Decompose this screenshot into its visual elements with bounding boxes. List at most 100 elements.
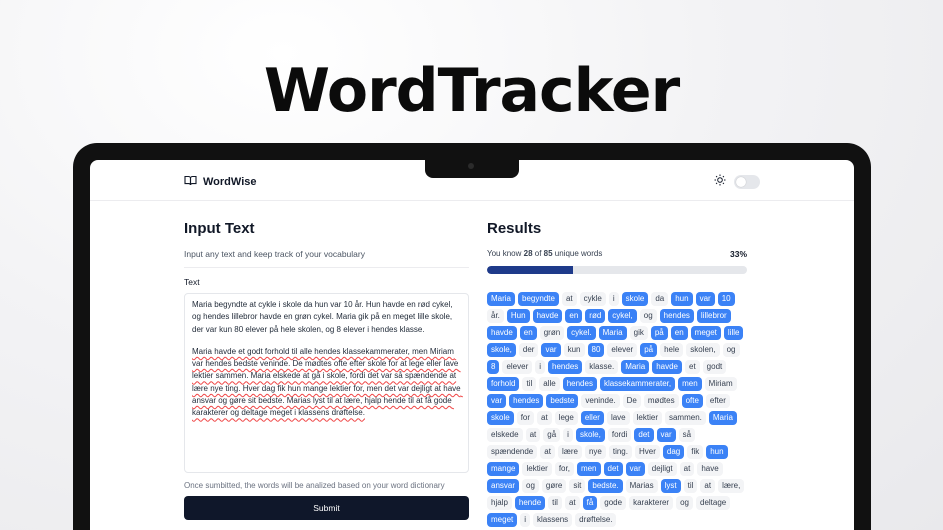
unknown-word-chip[interactable]: i <box>520 513 531 527</box>
unknown-word-chip[interactable]: deltage <box>696 496 731 510</box>
known-word-chip[interactable]: 8 <box>487 360 500 374</box>
known-word-chip[interactable]: hendes <box>509 394 544 408</box>
unknown-word-chip[interactable]: klasse. <box>585 360 619 374</box>
unknown-word-chip[interactable]: spændende <box>487 445 538 459</box>
unknown-word-chip[interactable]: elskede <box>487 428 523 442</box>
known-word-chip[interactable]: meget <box>690 326 721 340</box>
unknown-word-chip[interactable]: kun <box>563 343 585 357</box>
unknown-word-chip[interactable]: dejligt <box>647 462 677 476</box>
unknown-word-chip[interactable]: sit <box>569 479 586 493</box>
unknown-word-chip[interactable]: lave <box>606 411 630 425</box>
unknown-word-chip[interactable]: lære <box>557 445 582 459</box>
unknown-word-chip[interactable]: klassens <box>533 513 573 527</box>
known-word-chip[interactable]: bedste <box>546 394 579 408</box>
unknown-word-chip[interactable]: fik <box>687 445 704 459</box>
unknown-word-chip[interactable]: have <box>697 462 723 476</box>
text-input[interactable]: Maria begyndte at cykle i skole da hun v… <box>184 293 469 473</box>
brand[interactable]: WordWise <box>184 173 256 191</box>
unknown-word-chip[interactable]: lektier <box>632 411 662 425</box>
unknown-word-chip[interactable]: så <box>678 428 696 442</box>
unknown-word-chip[interactable]: gode <box>600 496 627 510</box>
unknown-word-chip[interactable]: efter <box>705 394 730 408</box>
known-word-chip[interactable]: lyst <box>660 479 681 493</box>
known-word-chip[interactable]: på <box>650 326 668 340</box>
submit-button[interactable]: Submit <box>184 496 469 520</box>
known-word-chip[interactable]: skole <box>487 411 514 425</box>
unknown-word-chip[interactable]: grøn <box>539 326 565 340</box>
theme-toggle[interactable] <box>734 175 760 189</box>
unknown-word-chip[interactable]: sammen. <box>664 411 706 425</box>
unknown-word-chip[interactable]: til <box>683 479 698 493</box>
known-word-chip[interactable]: Hun <box>506 309 530 323</box>
known-word-chip[interactable]: eller <box>580 411 604 425</box>
unknown-word-chip[interactable]: og <box>676 496 693 510</box>
unknown-word-chip[interactable]: til <box>548 496 562 510</box>
unknown-word-chip[interactable]: karakterer <box>629 496 674 510</box>
known-word-chip[interactable]: lille <box>723 326 744 340</box>
known-word-chip[interactable]: på <box>640 343 658 357</box>
unknown-word-chip[interactable]: elever <box>502 360 533 374</box>
known-word-chip[interactable]: ansvar <box>487 479 520 493</box>
known-word-chip[interactable]: hendes <box>659 309 694 323</box>
unknown-word-chip[interactable]: at <box>525 428 541 442</box>
unknown-word-chip[interactable]: til <box>522 377 537 391</box>
unknown-word-chip[interactable]: hjalp <box>487 496 512 510</box>
unknown-word-chip[interactable]: for <box>516 411 535 425</box>
unknown-word-chip[interactable]: at <box>561 292 577 306</box>
unknown-word-chip[interactable]: gå <box>543 428 561 442</box>
unknown-word-chip[interactable]: i <box>535 360 546 374</box>
known-word-chip[interactable]: havde <box>532 309 563 323</box>
unknown-word-chip[interactable]: gik <box>629 326 648 340</box>
unknown-word-chip[interactable]: i <box>608 292 619 306</box>
unknown-word-chip[interactable]: at <box>679 462 695 476</box>
unknown-word-chip[interactable]: hele <box>660 343 684 357</box>
unknown-word-chip[interactable]: at <box>540 445 555 459</box>
known-word-chip[interactable]: var <box>487 394 507 408</box>
unknown-word-chip[interactable]: godt <box>702 360 727 374</box>
unknown-word-chip[interactable]: lektier <box>522 462 552 476</box>
unknown-word-chip[interactable]: drøftelse. <box>575 513 617 527</box>
unknown-word-chip[interactable]: fordi <box>607 428 632 442</box>
unknown-word-chip[interactable]: nye <box>584 445 606 459</box>
unknown-word-chip[interactable]: Marias <box>625 479 658 493</box>
known-word-chip[interactable]: hende <box>514 496 546 510</box>
known-word-chip[interactable]: bedste. <box>588 479 623 493</box>
unknown-word-chip[interactable]: gøre <box>541 479 567 493</box>
known-word-chip[interactable]: mange <box>487 462 520 476</box>
known-word-chip[interactable]: hun <box>706 445 728 459</box>
known-word-chip[interactable]: Maria <box>708 411 737 425</box>
known-word-chip[interactable]: begyndte <box>518 292 559 306</box>
known-word-chip[interactable]: det <box>634 428 654 442</box>
known-word-chip[interactable]: det <box>603 462 623 476</box>
unknown-word-chip[interactable]: mødtes <box>643 394 679 408</box>
known-word-chip[interactable]: men <box>576 462 601 476</box>
known-word-chip[interactable]: men <box>678 377 702 391</box>
unknown-word-chip[interactable]: i <box>563 428 573 442</box>
unknown-word-chip[interactable]: cykle <box>579 292 606 306</box>
unknown-word-chip[interactable]: elever <box>607 343 638 357</box>
known-word-chip[interactable]: havde <box>652 360 682 374</box>
known-word-chip[interactable]: var <box>541 343 561 357</box>
known-word-chip[interactable]: var <box>695 292 715 306</box>
unknown-word-chip[interactable]: lege <box>554 411 578 425</box>
known-word-chip[interactable]: Maria <box>487 292 516 306</box>
unknown-word-chip[interactable]: lære, <box>718 479 745 493</box>
unknown-word-chip[interactable]: skolen, <box>686 343 720 357</box>
unknown-word-chip[interactable]: og <box>639 309 657 323</box>
known-word-chip[interactable]: 10 <box>717 292 735 306</box>
unknown-word-chip[interactable]: Hver <box>634 445 660 459</box>
known-word-chip[interactable]: få <box>582 496 598 510</box>
known-word-chip[interactable]: en <box>565 309 583 323</box>
known-word-chip[interactable]: rød <box>585 309 606 323</box>
unknown-word-chip[interactable]: alle <box>539 377 560 391</box>
unknown-word-chip[interactable]: der <box>518 343 539 357</box>
known-word-chip[interactable]: Maria <box>598 326 627 340</box>
known-word-chip[interactable]: var <box>625 462 645 476</box>
known-word-chip[interactable]: cykel. <box>567 326 596 340</box>
known-word-chip[interactable]: cykel, <box>608 309 637 323</box>
unknown-word-chip[interactable]: ting. <box>608 445 632 459</box>
unknown-word-chip[interactable]: år. <box>487 309 504 323</box>
known-word-chip[interactable]: klassekammerater, <box>599 377 676 391</box>
known-word-chip[interactable]: hendes <box>548 360 583 374</box>
unknown-word-chip[interactable]: for, <box>554 462 574 476</box>
